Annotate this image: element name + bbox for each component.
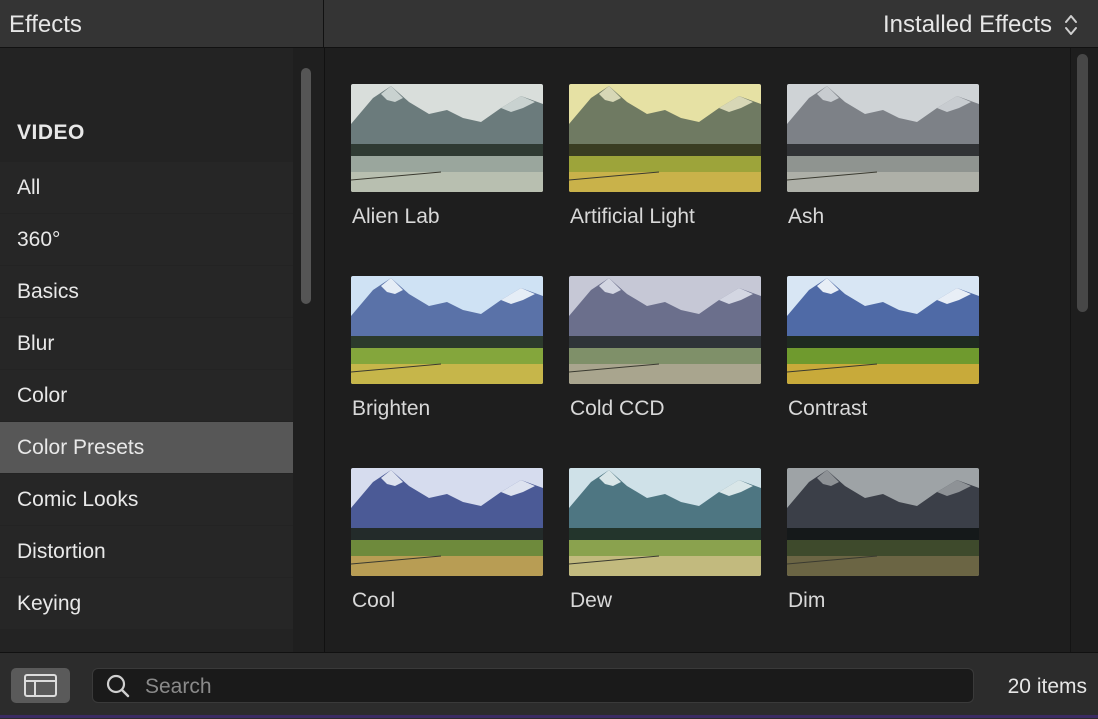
installed-effects-popup[interactable]: Installed Effects: [883, 11, 1078, 39]
effect-tile[interactable]: Artificial Light: [569, 84, 761, 228]
search-input[interactable]: [143, 669, 947, 704]
effect-name: Cold CCD: [570, 397, 665, 420]
effect-tile[interactable]: Dew: [569, 468, 761, 612]
effect-thumbnail: [569, 84, 761, 192]
effect-thumbnail: [351, 84, 543, 192]
effect-thumbnail: [787, 276, 979, 384]
sidebar-item-360[interactable]: 360°: [0, 214, 293, 265]
browser-layout-button[interactable]: [11, 668, 70, 703]
sidebar-item-basics[interactable]: Basics: [0, 266, 293, 317]
installed-effects-label: Installed Effects: [883, 11, 1052, 38]
search-icon: [106, 674, 130, 698]
effects-grid-area: Alien Lab Artificial Light Ash Brighten Cold…: [325, 48, 1070, 652]
sidebar-item-color[interactable]: Color: [0, 370, 293, 421]
effect-name: Cool: [352, 589, 396, 612]
effect-thumbnail: [569, 468, 761, 576]
sidebar-item-keying[interactable]: Keying: [0, 578, 293, 629]
grid-scroll-thumb[interactable]: [1077, 54, 1088, 312]
sidebar-item-color-presets[interactable]: Color Presets: [0, 422, 293, 473]
sidebar-heading-video: VIDEO: [17, 121, 85, 144]
item-count: 20 items: [1007, 675, 1087, 698]
effect-thumbnail: [787, 468, 979, 576]
effect-name: Dew: [570, 589, 613, 612]
effect-tile[interactable]: Cool: [351, 468, 543, 612]
sidebar-item-comic-looks[interactable]: Comic Looks: [0, 474, 293, 525]
sidebar-scrollbar[interactable]: [293, 48, 325, 652]
header-left: Effects: [0, 0, 324, 47]
effect-tile[interactable]: Dim: [787, 468, 979, 612]
effect-tile[interactable]: Contrast: [787, 276, 979, 420]
updown-chevron-icon: [1065, 15, 1077, 35]
effects-browser: Effects Installed Effects VIDEO All 360° B…: [0, 0, 1098, 719]
sidebar-scroll-thumb[interactable]: [301, 68, 311, 304]
search-field[interactable]: [92, 668, 974, 704]
sidebar-item-all[interactable]: All: [0, 162, 293, 213]
effect-tile[interactable]: Cold CCD: [569, 276, 761, 420]
effects-grid: Alien Lab Artificial Light Ash Brighten Cold…: [351, 84, 979, 612]
sidebar-item-distortion[interactable]: Distortion: [0, 526, 293, 577]
grid-scrollbar[interactable]: [1070, 48, 1098, 652]
effect-name: Ash: [788, 205, 825, 228]
footer-bar: 20 items: [0, 652, 1098, 719]
effect-thumbnail: [351, 276, 543, 384]
header-bar: Effects Installed Effects: [0, 0, 1098, 48]
effect-thumbnail: [351, 468, 543, 576]
effect-thumbnail: [569, 276, 761, 384]
effect-name: Brighten: [352, 397, 431, 420]
panel-title: Effects: [9, 11, 82, 38]
effect-name: Contrast: [788, 397, 868, 420]
effect-tile[interactable]: Brighten: [351, 276, 543, 420]
sidebar-item-blur[interactable]: Blur: [0, 318, 293, 369]
effect-name: Dim: [788, 589, 826, 612]
effect-name: Artificial Light: [570, 205, 695, 228]
effect-tile[interactable]: Alien Lab: [351, 84, 543, 228]
effect-name: Alien Lab: [352, 205, 440, 228]
category-sidebar[interactable]: VIDEO All 360° Basics Blur Color Color Preset…: [0, 48, 293, 652]
category-list: All 360° Basics Blur Color Color Presets Comic…: [0, 162, 293, 630]
effect-thumbnail: [787, 84, 979, 192]
effect-tile[interactable]: Ash: [787, 84, 979, 228]
browser-layout-icon: [24, 674, 57, 697]
